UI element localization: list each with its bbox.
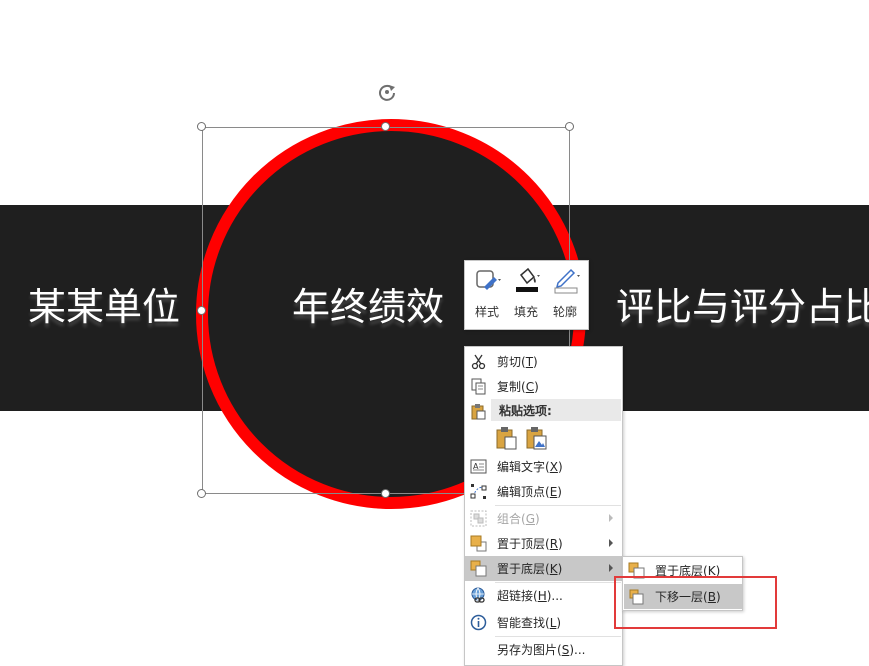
outline-pen-icon — [554, 268, 580, 294]
cut-label: 剪切 — [497, 355, 522, 369]
resize-handle-bottom-left[interactable] — [197, 489, 206, 498]
scissors-icon — [471, 354, 486, 370]
mini-toolbar: 样式 填充 轮廓 — [464, 260, 589, 330]
menu-item-cut[interactable]: 剪切(T) — [465, 349, 622, 374]
copy-key: C — [525, 380, 535, 394]
menu-item-copy[interactable]: 复制(C) — [465, 374, 622, 399]
edit-text-label: 编辑文字 — [497, 460, 546, 474]
paste-icon — [471, 404, 486, 420]
menu-item-edit-text[interactable]: A 编辑文字(X) — [465, 454, 622, 479]
style-button[interactable]: 样式 — [468, 265, 506, 325]
shape-style-icon — [476, 270, 501, 290]
send-to-back-key: K — [549, 562, 558, 576]
menu-item-bring-to-front[interactable]: 置于顶层(R) — [465, 531, 622, 556]
bring-to-front-label: 置于顶层 — [497, 537, 546, 551]
resize-handle-top-right[interactable] — [565, 122, 574, 131]
group-label: 组合 — [497, 512, 522, 526]
send-to-back-icon — [470, 560, 487, 577]
resize-handle-top[interactable] — [381, 122, 390, 131]
paste-keep-formatting-icon[interactable] — [496, 426, 518, 450]
smart-lookup-label: 智能查找 — [497, 616, 546, 630]
menu-item-send-to-back[interactable]: 置于底层(K) — [465, 556, 622, 581]
menu-item-edit-points[interactable]: 编辑顶点(E) — [465, 479, 622, 504]
send-to-back-label: 置于底层 — [497, 562, 546, 576]
copy-label: 复制 — [497, 380, 522, 394]
smart-lookup-key: L — [549, 616, 557, 630]
resize-handle-top-left[interactable] — [197, 122, 206, 131]
group-key: G — [525, 512, 536, 526]
band-text-unit: 某某单位 — [28, 285, 181, 329]
hyperlink-label: 超链接 — [497, 589, 534, 603]
resize-handle-left[interactable] — [197, 306, 206, 315]
edit-points-key: E — [549, 485, 558, 499]
fill-bucket-icon — [516, 267, 540, 292]
style-label: 样式 — [474, 305, 499, 319]
chevron-right-icon — [609, 564, 613, 572]
outline-label: 轮廓 — [552, 305, 577, 319]
menu-item-smart-lookup[interactable]: 智能查找(L) — [465, 610, 622, 635]
smart-lookup-icon — [470, 614, 487, 631]
menu-item-group: 组合(G) — [465, 506, 622, 531]
fill-button[interactable]: 填充 — [507, 265, 545, 325]
band-text-ratio: 评比与评分占比 — [616, 285, 869, 329]
menu-item-hyperlink[interactable]: 超链接(H)... — [465, 583, 622, 608]
edit-points-label: 编辑顶点 — [497, 485, 546, 499]
hyperlink-icon — [471, 587, 485, 603]
group-icon — [470, 510, 487, 527]
paste-options-header: 粘贴选项: — [491, 399, 621, 421]
save-as-picture-key: S — [561, 643, 570, 657]
save-as-picture-label: 另存为图片 — [497, 643, 558, 657]
hyperlink-ellipsis: ... — [551, 589, 563, 603]
edit-text-key: X — [549, 460, 558, 474]
copy-icon — [471, 378, 486, 395]
highlight-annotation-box — [614, 576, 777, 629]
chevron-right-icon — [609, 539, 613, 547]
bring-to-front-key: R — [549, 537, 559, 551]
outline-button[interactable]: 轮廓 — [546, 265, 584, 325]
cut-key: T — [525, 355, 534, 369]
edit-text-icon: A — [470, 459, 487, 474]
paste-options-label: 粘贴选项: — [499, 404, 552, 418]
context-menu: 剪切(T) 复制(C) 粘贴选项: A 编辑文字(X) 编辑顶点(E) 组合(G… — [464, 346, 623, 666]
hyperlink-key: H — [537, 589, 547, 603]
bring-to-front-icon — [470, 535, 487, 552]
fill-label: 填充 — [513, 305, 538, 319]
rotate-handle-icon[interactable] — [376, 81, 398, 103]
edit-points-icon — [470, 484, 487, 499]
chevron-right-icon — [609, 514, 613, 522]
resize-handle-bottom[interactable] — [381, 489, 390, 498]
menu-item-save-as-picture[interactable]: 另存为图片(S)... — [465, 637, 622, 662]
paste-as-picture-icon[interactable] — [526, 426, 548, 450]
save-as-picture-ellipsis: ... — [574, 643, 586, 657]
